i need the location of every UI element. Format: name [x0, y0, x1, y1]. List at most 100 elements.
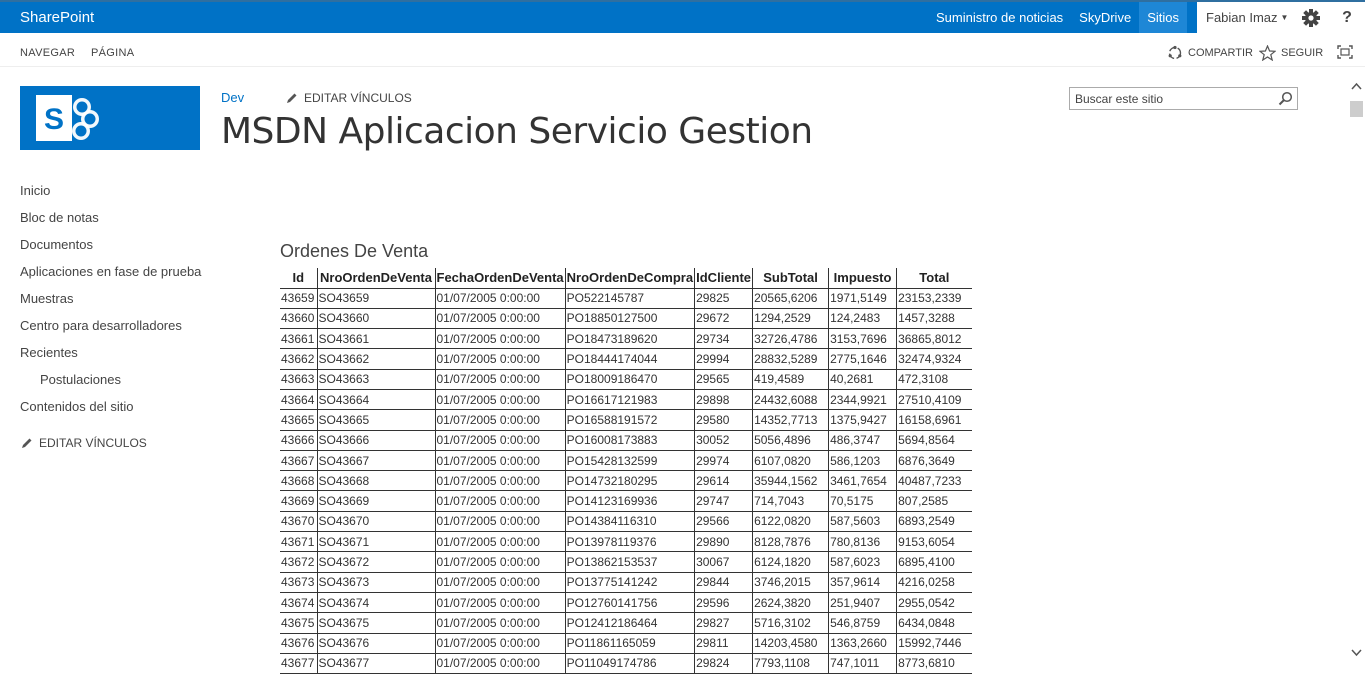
table-cell: 2775,1646: [828, 348, 898, 370]
tab-navegar[interactable]: NAVEGAR: [20, 47, 75, 59]
table-cell: 1375,9427: [828, 409, 898, 431]
table-cell: 43661: [280, 328, 318, 350]
table-cell: 43671: [280, 531, 318, 553]
tab-pagina[interactable]: PÁGINA: [91, 47, 134, 59]
table-cell: PO12412186464: [565, 612, 696, 634]
table-cell: 43672: [280, 551, 318, 573]
search-icon[interactable]: [1278, 91, 1293, 111]
help-icon[interactable]: ?: [1329, 2, 1365, 33]
table-cell: 01/07/2005 0:00:00: [435, 551, 566, 573]
table-cell: 16158,6961: [896, 409, 972, 431]
col-header: SubTotal: [752, 268, 830, 289]
table-cell: 14203,4580: [752, 633, 830, 654]
scroll-thumb[interactable]: [1350, 101, 1363, 117]
suite-link-sites[interactable]: Sitios: [1139, 2, 1187, 33]
table-cell: 43676: [280, 633, 318, 654]
site-title[interactable]: MSDN Aplicacion Servicio Gestion: [221, 111, 813, 152]
vertical-scrollbar[interactable]: [1348, 67, 1365, 675]
table-cell: 40487,7233: [896, 470, 972, 492]
table-cell: 9153,6054: [896, 531, 972, 553]
table-cell: 29898: [694, 389, 754, 411]
scroll-up-icon[interactable]: [1351, 81, 1362, 93]
table-cell: 01/07/2005 0:00:00: [435, 633, 566, 654]
follow-button[interactable]: SEGUIR: [1259, 45, 1323, 61]
table-row: 43668 SO43668 01/07/2005 0:00:00 PO14732180…: [280, 470, 972, 492]
col-header: Impuesto: [828, 268, 898, 289]
table-row: 43659 SO43659 01/07/2005 0:00:00 PO52214578…: [280, 288, 972, 309]
table-cell: 01/07/2005 0:00:00: [435, 653, 566, 675]
table-cell: PO12760141756: [565, 592, 696, 614]
table-cell: 586,1203: [828, 450, 898, 472]
sharepoint-logo-icon: S: [36, 95, 99, 141]
col-header: Total: [896, 268, 972, 289]
table-row: 43676 SO43676 01/07/2005 0:00:00 PO11861165…: [280, 633, 972, 654]
table-cell: 70,5175: [828, 490, 898, 512]
table-cell: 01/07/2005 0:00:00: [435, 328, 566, 350]
table-cell: SO43661: [317, 328, 436, 350]
col-header: Id: [280, 268, 318, 289]
site-search: [1069, 87, 1298, 110]
focus-on-content-icon[interactable]: [1337, 45, 1353, 64]
nav-item-aplicaciones[interactable]: Aplicaciones en fase de prueba: [20, 263, 210, 280]
table-row: 43662 SO43662 01/07/2005 0:00:00 PO18444174…: [280, 348, 972, 370]
table-cell: 24432,6088: [752, 389, 830, 411]
table-row: 43664 SO43664 01/07/2005 0:00:00 PO16617121…: [280, 389, 972, 411]
table-cell: PO14123169936: [565, 490, 696, 512]
table-cell: 01/07/2005 0:00:00: [435, 288, 566, 309]
nav-item-centro-desarrolladores[interactable]: Centro para desarrolladores: [20, 317, 210, 334]
table-cell: 01/07/2005 0:00:00: [435, 511, 566, 533]
table-cell: 419,4589: [752, 369, 830, 390]
nav-item-recientes[interactable]: Recientes: [20, 344, 210, 361]
nav-item-inicio[interactable]: Inicio: [20, 182, 210, 199]
breadcrumb-dev[interactable]: Dev: [221, 90, 244, 105]
table-cell: 43663: [280, 369, 318, 390]
sales-orders-table: Id NroOrdenDeVenta FechaOrdenDeVenta Nro…: [280, 268, 972, 675]
table-cell: 29596: [694, 592, 754, 614]
table-cell: 01/07/2005 0:00:00: [435, 592, 566, 614]
settings-gear-icon[interactable]: [1293, 2, 1329, 33]
table-cell: 5716,3102: [752, 612, 830, 634]
table-cell: 32474,9324: [896, 348, 972, 370]
suite-link-newsfeed[interactable]: Suministro de noticias: [928, 2, 1071, 33]
nav-item-contenidos-del-sitio[interactable]: Contenidos del sitio: [20, 398, 210, 415]
table-row: 43663 SO43663 01/07/2005 0:00:00 PO18009186…: [280, 369, 972, 390]
table-cell: PO16617121983: [565, 389, 696, 411]
table-cell: 29747: [694, 490, 754, 512]
table-cell: 01/07/2005 0:00:00: [435, 389, 566, 411]
nav-item-documentos[interactable]: Documentos: [20, 236, 210, 253]
table-row: 43673 SO43673 01/07/2005 0:00:00 PO13775141…: [280, 572, 972, 593]
table-cell: SO43673: [317, 572, 436, 593]
table-cell: 29734: [694, 328, 754, 350]
site-logo[interactable]: S: [20, 86, 200, 150]
table-cell: PO18850127500: [565, 308, 696, 330]
table-cell: SO43671: [317, 531, 436, 553]
nav-item-muestras[interactable]: Muestras: [20, 290, 210, 307]
edit-links-nav[interactable]: EDITAR VÍNCULOS: [20, 436, 210, 450]
table-row: 43670 SO43670 01/07/2005 0:00:00 PO14384116…: [280, 511, 972, 533]
sharepoint-brand[interactable]: SharePoint: [20, 9, 94, 26]
share-button[interactable]: COMPARTIR: [1167, 45, 1253, 61]
scroll-down-icon[interactable]: [1351, 648, 1362, 660]
table-cell: 6893,2549: [896, 511, 972, 533]
table-cell: 40,2681: [828, 369, 898, 390]
table-cell: 43660: [280, 308, 318, 330]
table-cell: 6107,0820: [752, 450, 830, 472]
webpart-title[interactable]: Ordenes De Venta: [280, 241, 428, 262]
search-input[interactable]: [1070, 88, 1270, 109]
table-cell: 7793,1108: [752, 653, 830, 675]
edit-links-top[interactable]: EDITAR VÍNCULOS: [285, 91, 412, 105]
user-menu[interactable]: Fabian Imaz ▼: [1197, 2, 1293, 33]
pencil-icon: [287, 93, 297, 103]
share-label: COMPARTIR: [1188, 47, 1253, 59]
table-row: 43661 SO43661 01/07/2005 0:00:00 PO18473189…: [280, 328, 972, 350]
suite-link-skydrive[interactable]: SkyDrive: [1071, 2, 1139, 33]
nav-item-postulaciones[interactable]: Postulaciones: [20, 371, 210, 388]
table-cell: 124,2483: [828, 308, 898, 330]
table-cell: PO18473189620: [565, 328, 696, 350]
table-cell: SO43660: [317, 308, 436, 330]
table-cell: PO16008173883: [565, 430, 696, 451]
table-cell: 01/07/2005 0:00:00: [435, 308, 566, 330]
table-cell: 30052: [694, 430, 754, 451]
table-cell: 780,8136: [828, 531, 898, 553]
nav-item-bloc-de-notas[interactable]: Bloc de notas: [20, 209, 210, 226]
